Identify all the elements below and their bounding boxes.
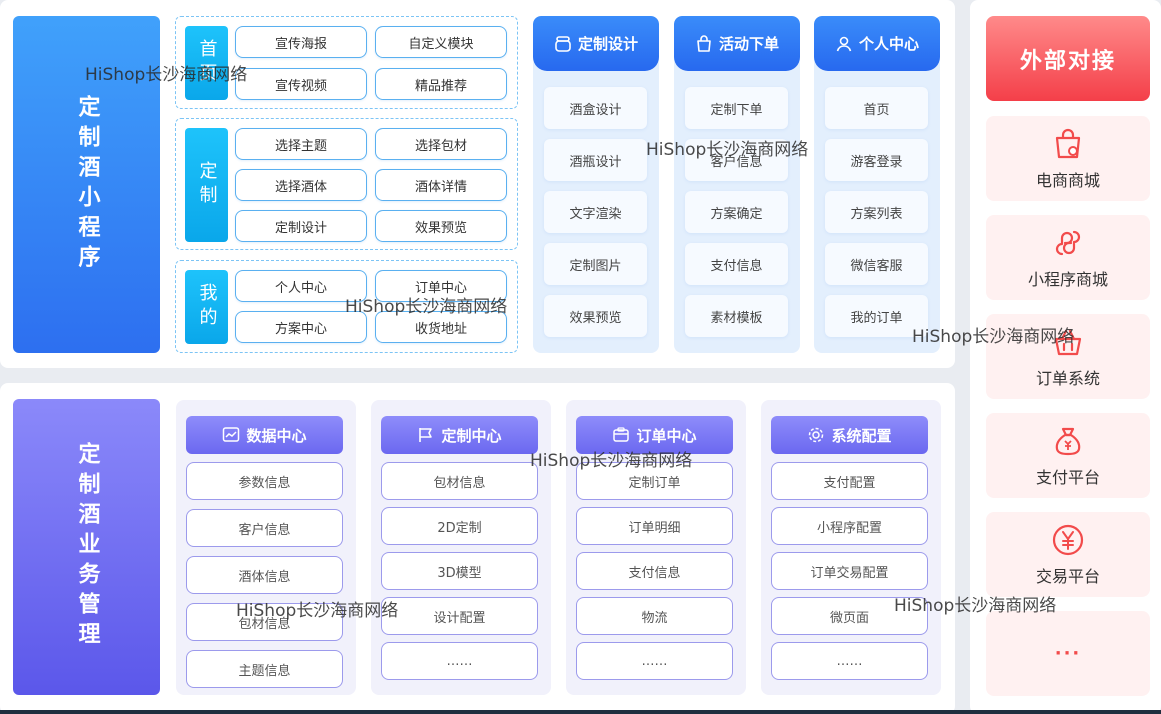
feature-custom-image[interactable]: 定制图片 xyxy=(544,243,647,285)
column-custom-design: 定制设计 酒盒设计 酒瓶设计 文字渲染 定制图片 效果预览 xyxy=(533,16,659,353)
external-payment-platform[interactable]: 支付平台 xyxy=(986,413,1150,498)
column-order-center-header: 订单中心 xyxy=(576,416,733,454)
column-custom-design-header: 定制设计 xyxy=(533,16,659,71)
mgmt-payment-info[interactable]: 支付信息 xyxy=(576,552,733,590)
bottom-edge-bar xyxy=(0,710,1161,714)
column-personal-center-header: 个人中心 xyxy=(814,16,940,71)
module-promo-poster[interactable]: 宣传海报 xyxy=(235,26,367,58)
external-more[interactable]: ··· xyxy=(986,611,1150,696)
mgmt-packaging-info-2[interactable]: 包材信息 xyxy=(381,462,538,500)
column-system-config: 系统配置 支付配置 小程序配置 订单交易配置 微页面 …… xyxy=(761,400,941,695)
mgmt-2d-custom[interactable]: 2D定制 xyxy=(381,507,538,545)
chart-icon xyxy=(223,427,240,442)
feature-material-template[interactable]: 素材模板 xyxy=(685,295,788,337)
feature-bottle-design[interactable]: 酒瓶设计 xyxy=(544,139,647,181)
feature-effect-preview[interactable]: 效果预览 xyxy=(544,295,647,337)
column-custom-center: 定制中心 包材信息 2D定制 3D模型 设计配置 …… xyxy=(371,400,551,695)
mgmt-order-detail[interactable]: 订单明细 xyxy=(576,507,733,545)
feature-guest-login[interactable]: 游客登录 xyxy=(825,139,928,181)
module-effect-preview[interactable]: 效果预览 xyxy=(375,210,507,242)
wallet-icon xyxy=(613,427,630,442)
group-custom: 定制 选择主题 选择包材 选择酒体 酒体详情 定制设计 效果预览 xyxy=(175,118,518,250)
external-trade-platform[interactable]: 交易平台 xyxy=(986,512,1150,597)
external-label: 小程序商城 xyxy=(1027,269,1108,289)
module-plan-center[interactable]: 方案中心 xyxy=(235,311,367,343)
external-integration-header: 外部对接 xyxy=(986,16,1150,101)
mgmt-mini-program-config[interactable]: 小程序配置 xyxy=(771,507,928,545)
column-system-config-header: 系统配置 xyxy=(771,416,928,454)
mgmt-more[interactable]: …… xyxy=(381,642,538,680)
shopping-bag-icon xyxy=(697,34,711,52)
column-custom-center-header: 定制中心 xyxy=(381,416,538,454)
column-data-center: 数据中心 参数信息 客户信息 酒体信息 包材信息 主题信息 xyxy=(176,400,356,695)
external-label: 交易平台 xyxy=(1035,566,1100,586)
mini-program-title: 定制酒小程序 xyxy=(13,16,160,353)
money-bag-icon xyxy=(1055,427,1081,455)
mgmt-micro-page[interactable]: 微页面 xyxy=(771,597,928,635)
mgmt-param-info[interactable]: 参数信息 xyxy=(186,462,343,500)
mini-program-icon xyxy=(1055,230,1081,255)
mgmt-payment-config[interactable]: 支付配置 xyxy=(771,462,928,500)
group-custom-label: 定制 xyxy=(185,128,228,242)
feature-payment-info[interactable]: 支付信息 xyxy=(685,243,788,285)
mgmt-logistics[interactable]: 物流 xyxy=(576,597,733,635)
module-personal-center[interactable]: 个人中心 xyxy=(235,270,367,302)
column-data-center-header: 数据中心 xyxy=(186,416,343,454)
mgmt-customer-info[interactable]: 客户信息 xyxy=(186,509,343,547)
column-personal-center: 个人中心 首页 游客登录 方案列表 微信客服 我的订单 xyxy=(814,16,940,353)
group-mine-label: 我的 xyxy=(185,270,228,344)
column-activity-order: 活动下单 定制下单 客户信息 方案确定 支付信息 素材模板 xyxy=(674,16,800,353)
bottle-icon xyxy=(555,35,571,52)
mgmt-design-config[interactable]: 设计配置 xyxy=(381,597,538,635)
business-management-title: 定制酒业务管理 xyxy=(13,399,160,695)
module-select-liquor[interactable]: 选择酒体 xyxy=(235,169,367,201)
external-label: 电商商城 xyxy=(1035,170,1100,190)
basket-icon xyxy=(1054,329,1082,355)
module-custom-block[interactable]: 自定义模块 xyxy=(375,26,507,58)
mgmt-order-trade-config[interactable]: 订单交易配置 xyxy=(771,552,928,590)
feature-text-render[interactable]: 文字渲染 xyxy=(544,191,647,233)
feature-wechat-service[interactable]: 微信客服 xyxy=(825,243,928,285)
mgmt-packaging-info[interactable]: 包材信息 xyxy=(186,603,343,641)
flag-icon xyxy=(419,428,433,442)
shop-bag-icon xyxy=(1055,128,1081,158)
mgmt-custom-order[interactable]: 定制订单 xyxy=(576,462,733,500)
feature-box-design[interactable]: 酒盒设计 xyxy=(544,87,647,129)
gear-icon xyxy=(809,427,824,443)
feature-customer-info[interactable]: 客户信息 xyxy=(685,139,788,181)
external-label: 订单系统 xyxy=(1035,368,1100,388)
mgmt-liquor-info[interactable]: 酒体信息 xyxy=(186,556,343,594)
external-label: 支付平台 xyxy=(1035,467,1100,487)
feature-custom-order[interactable]: 定制下单 xyxy=(685,87,788,129)
mgmt-3d-model[interactable]: 3D模型 xyxy=(381,552,538,590)
module-select-packaging[interactable]: 选择包材 xyxy=(375,128,507,160)
group-mine: 我的 个人中心 订单中心 方案中心 收货地址 xyxy=(175,260,518,353)
yen-circle-icon xyxy=(1052,524,1084,555)
feature-plan-confirm[interactable]: 方案确定 xyxy=(685,191,788,233)
module-promo-video[interactable]: 宣传视频 xyxy=(235,68,367,100)
user-icon xyxy=(836,36,852,51)
module-shipping-address[interactable]: 收货地址 xyxy=(375,311,507,343)
module-liquor-detail[interactable]: 酒体详情 xyxy=(375,169,507,201)
group-home: 首页 宣传海报 自定义模块 宣传视频 精品推荐 xyxy=(175,16,518,109)
mgmt-more[interactable]: …… xyxy=(771,642,928,680)
feature-my-orders[interactable]: 我的订单 xyxy=(825,295,928,337)
group-home-label: 首页 xyxy=(185,26,228,100)
feature-home[interactable]: 首页 xyxy=(825,87,928,129)
column-activity-order-header: 活动下单 xyxy=(674,16,800,71)
module-featured[interactable]: 精品推荐 xyxy=(375,68,507,100)
module-custom-design[interactable]: 定制设计 xyxy=(235,210,367,242)
external-order-system[interactable]: 订单系统 xyxy=(986,314,1150,399)
external-mini-program-mall[interactable]: 小程序商城 xyxy=(986,215,1150,300)
column-order-center: 订单中心 定制订单 订单明细 支付信息 物流 …… xyxy=(566,400,746,695)
mgmt-more[interactable]: …… xyxy=(576,642,733,680)
feature-plan-list[interactable]: 方案列表 xyxy=(825,191,928,233)
module-select-theme[interactable]: 选择主题 xyxy=(235,128,367,160)
more-dots: ··· xyxy=(1054,643,1082,664)
mgmt-theme-info[interactable]: 主题信息 xyxy=(186,650,343,688)
external-ecommerce-mall[interactable]: 电商商城 xyxy=(986,116,1150,201)
module-order-center[interactable]: 订单中心 xyxy=(375,270,507,302)
